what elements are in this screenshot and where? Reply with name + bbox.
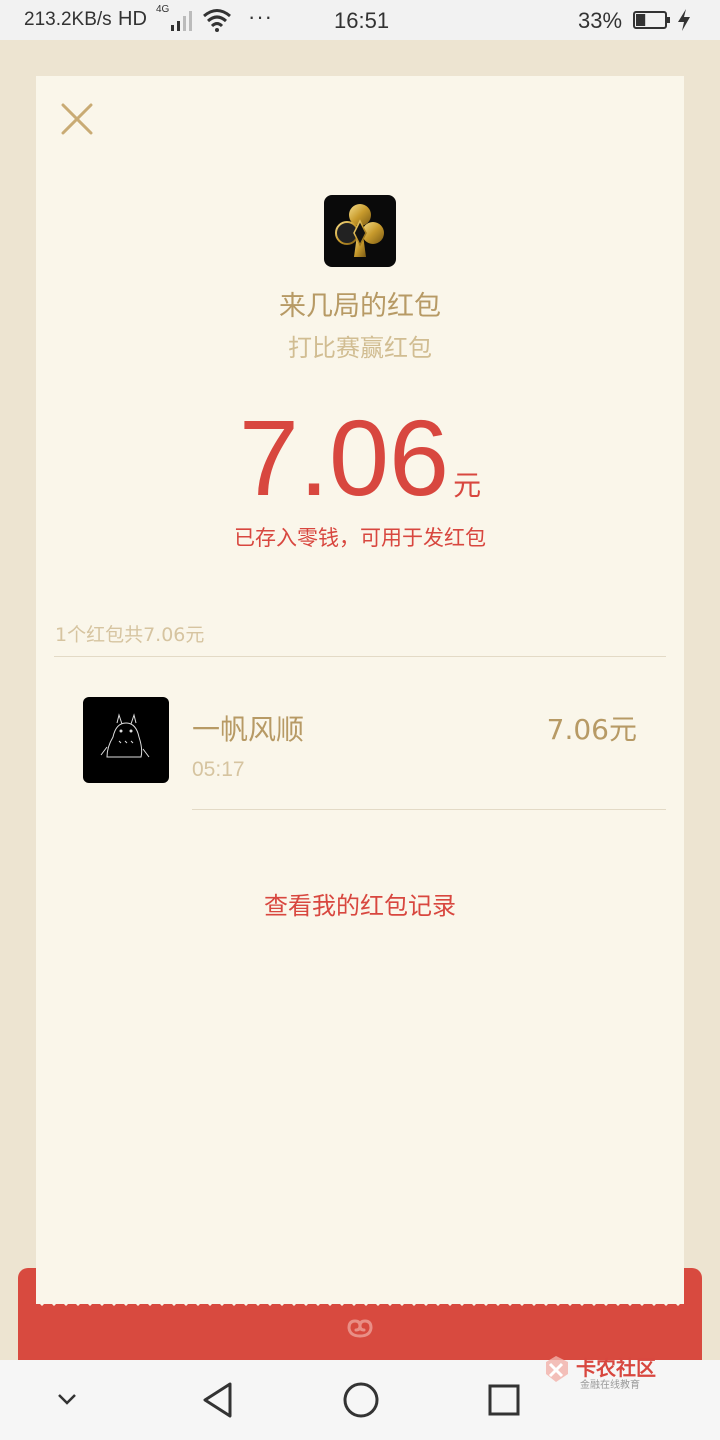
clock: 16:51: [334, 8, 390, 33]
panel-zigzag-edge: [36, 1296, 684, 1306]
network-type: 4G: [156, 4, 170, 15]
receive-time: 05:17: [192, 758, 245, 781]
amount-unit: 元: [453, 469, 482, 502]
sender-amount: 7.06元: [546, 713, 637, 746]
hd-indicator: HD: [118, 8, 147, 30]
close-icon[interactable]: [60, 102, 94, 136]
sender-name: 一帆风顺: [192, 713, 305, 746]
subtitle: 打比赛赢红包: [288, 334, 432, 362]
net-speed: 213.2KB/s: [24, 9, 112, 30]
amount-value: 7.06: [238, 397, 450, 518]
view-records-link[interactable]: 查看我的红包记录: [36, 886, 684, 921]
app-name: 来几局的红包: [279, 291, 441, 322]
back-triangle-icon[interactable]: [200, 1381, 236, 1419]
watermark-logo-icon: [546, 1356, 568, 1382]
packet-count-summary: 1个红包共7.06元: [55, 624, 205, 646]
signal-icon: [171, 11, 192, 31]
avatar: [83, 697, 169, 783]
charging-icon: [678, 9, 690, 31]
status-bar: 213.2KB/s HD 4G ··· 16:51 33%: [0, 0, 720, 40]
divider: [54, 656, 666, 657]
wifi-icon: [203, 9, 231, 32]
battery-percent: 33%: [578, 8, 623, 33]
recent-square-icon[interactable]: [487, 1383, 521, 1417]
red-packet-detail-panel: 来几局的红包 打比赛赢红包 7.06 元 已存入零钱，可用于发红包 1个红包共7.…: [36, 76, 684, 1304]
swirl-logo-icon: [347, 1319, 373, 1338]
chevron-down-icon[interactable]: [55, 1387, 79, 1411]
watermark-subtitle: 金融在线教育: [580, 1380, 640, 1391]
club-card-icon: [335, 204, 384, 257]
divider: [192, 809, 666, 810]
amount-row: 7.06 元: [36, 398, 684, 518]
saved-to-change-note: 已存入零钱，可用于发红包: [234, 526, 486, 550]
battery-icon: [633, 11, 670, 29]
more-dots: ···: [248, 4, 273, 29]
totoro-sketch-icon: [100, 713, 150, 758]
app-logo: [324, 195, 396, 267]
home-circle-icon[interactable]: [342, 1381, 380, 1419]
